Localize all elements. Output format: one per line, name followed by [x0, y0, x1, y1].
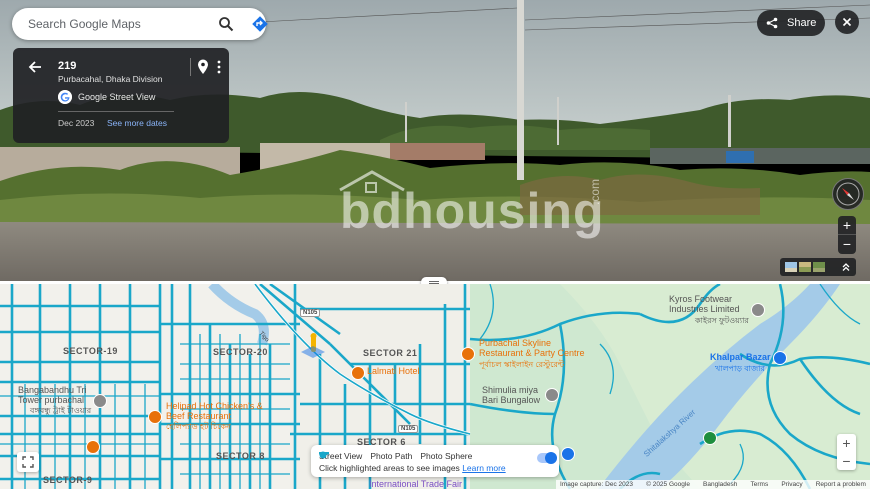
copyright-text: © 2025 Google	[646, 481, 690, 488]
highway-shield: N105	[300, 309, 321, 317]
place-shimulia-bungalow[interactable]: Shimulia miya Bari Bungalow	[482, 385, 542, 405]
google-logo-icon	[58, 90, 72, 104]
search-input[interactable]	[26, 16, 200, 32]
street-view-pane[interactable]: bdhousing .com 219 Purbacahal, Dhaka Div…	[0, 0, 870, 281]
expand-icon	[22, 456, 34, 468]
location-subtitle: Purbacahal, Dhaka Division	[58, 74, 163, 84]
thumbnail-3[interactable]	[813, 262, 825, 272]
map-pane[interactable]: SECTOR-19 SECTOR-20 SECTOR 21 SECTOR 6 S…	[0, 284, 870, 489]
place-helipad-bn: হেলিপ্যাড হট চিকেন	[166, 422, 231, 431]
image-capture-date: Image capture: Dec 2023	[560, 481, 633, 488]
place-international-trade-fair[interactable]: International Trade Fair	[369, 479, 462, 489]
hotel-pin-icon[interactable]	[351, 366, 365, 380]
place-kyros-bn: কাইরস ফুটওয়্যার	[695, 316, 749, 325]
place-pin-icon[interactable]	[545, 388, 559, 402]
map-zoom-out-button[interactable]: −	[837, 452, 856, 470]
watermark-brand: bdhousing	[340, 183, 605, 239]
map-attribution: Image capture: Dec 2023 © 2025 Google Ba…	[556, 480, 870, 489]
place-kyros-footwear[interactable]: Kyros Footwear Industries Limited	[669, 294, 747, 314]
map-pin-icon[interactable]	[197, 59, 209, 75]
learn-more-link[interactable]: Learn more	[462, 463, 505, 473]
see-more-dates-link[interactable]: See more dates	[107, 118, 167, 128]
back-arrow-icon[interactable]	[27, 59, 43, 75]
sector-label: SECTOR-9	[43, 475, 93, 485]
thumbnail-1[interactable]	[785, 262, 797, 272]
highway-shield: N105	[398, 425, 419, 433]
place-lalmati-hotel[interactable]: Lalmati Hotel	[367, 366, 420, 376]
search-icon[interactable]	[218, 16, 234, 32]
location-info-card: 219 Purbacahal, Dhaka Division Google St…	[13, 48, 229, 143]
more-options-icon[interactable]	[214, 59, 224, 75]
location-title: 219	[58, 60, 77, 72]
sector-label: SECTOR-20	[213, 347, 268, 357]
compass-button[interactable]	[832, 178, 864, 210]
restaurant-pin-icon[interactable]	[461, 347, 475, 361]
expand-map-button[interactable]	[17, 452, 39, 472]
photo-sphere-swatch-icon	[319, 451, 327, 459]
search-bar[interactable]	[12, 8, 269, 40]
place-bangabandhu-tri-tower[interactable]: Bangabandhu Tri Tower purbachal	[18, 385, 100, 405]
photo-thumbnail-strip	[780, 258, 856, 276]
compass-icon	[836, 182, 860, 206]
share-button[interactable]: Share	[757, 10, 825, 36]
restaurant-pin-icon[interactable]	[148, 410, 162, 424]
street-view-zoom-control: + −	[838, 216, 856, 254]
shopping-pin-icon[interactable]	[773, 351, 787, 365]
share-icon	[766, 17, 778, 29]
terms-link[interactable]: Terms	[751, 481, 769, 488]
close-button[interactable]	[835, 10, 859, 34]
directions-icon[interactable]	[251, 15, 269, 33]
capture-date: Dec 2023	[58, 118, 95, 128]
imagery-source: Google Street View	[78, 92, 156, 102]
park-pin-icon[interactable]	[703, 431, 717, 445]
legend-hint: Click highlighted areas to see images Le…	[319, 463, 506, 473]
street-view-layer-toggle[interactable]	[537, 452, 557, 464]
street-view-legend: Street View Photo Path Photo Sphere Clic…	[311, 445, 559, 477]
report-problem-link[interactable]: Report a problem	[816, 481, 866, 488]
card-divider-horizontal	[58, 111, 174, 112]
privacy-link[interactable]: Privacy	[781, 481, 802, 488]
share-label: Share	[787, 17, 817, 29]
place-khalpar-bn: খালপাড় বাজার	[715, 364, 765, 373]
shopping-pin-icon[interactable]	[561, 447, 575, 461]
sector-label: SECTOR-19	[63, 346, 118, 356]
restaurant-pin-icon[interactable]	[86, 440, 100, 454]
zoom-in-button[interactable]: +	[838, 216, 856, 234]
legend-photo-sphere-label: Photo Sphere	[420, 451, 473, 461]
map-zoom-control: + −	[837, 434, 856, 470]
legend-photo-sphere: Photo Sphere	[319, 451, 473, 461]
place-purbachal-skyline-bn: পূর্বাচল স্কাইলাইন রেস্টুরেন্ট	[479, 360, 565, 369]
legend-photo-path: Photo Path	[319, 451, 413, 461]
place-pin-icon[interactable]	[751, 303, 765, 317]
watermark-suffix: .com	[588, 178, 602, 205]
sector-label: SECTOR 8	[216, 451, 265, 461]
place-purbachal-skyline[interactable]: Purbachal Skyline Restaurant & Party Cen…	[479, 338, 591, 358]
map-zoom-in-button[interactable]: +	[837, 434, 856, 452]
place-khalpar-bazar[interactable]: Khalpar Bazar	[710, 352, 771, 362]
legend-photo-path-label: Photo Path	[370, 451, 413, 461]
legend-hint-text: Click highlighted areas to see images	[319, 463, 460, 473]
thumbnail-2[interactable]	[799, 262, 811, 272]
zoom-out-button[interactable]: −	[838, 235, 856, 253]
country-label: Bangladesh	[703, 481, 738, 488]
chevron-up-icon[interactable]	[840, 261, 852, 273]
close-icon	[842, 17, 852, 27]
card-divider	[190, 58, 191, 76]
place-helipad-restaurant[interactable]: Helipad Hot Chicken's & Beef Restaurant	[166, 401, 266, 421]
place-pin-icon[interactable]	[93, 394, 107, 408]
place-bangabandhu-bn: বঙ্গবন্ধু ট্রাই টাওয়ার	[30, 406, 92, 415]
sector-label: SECTOR 21	[363, 348, 418, 358]
